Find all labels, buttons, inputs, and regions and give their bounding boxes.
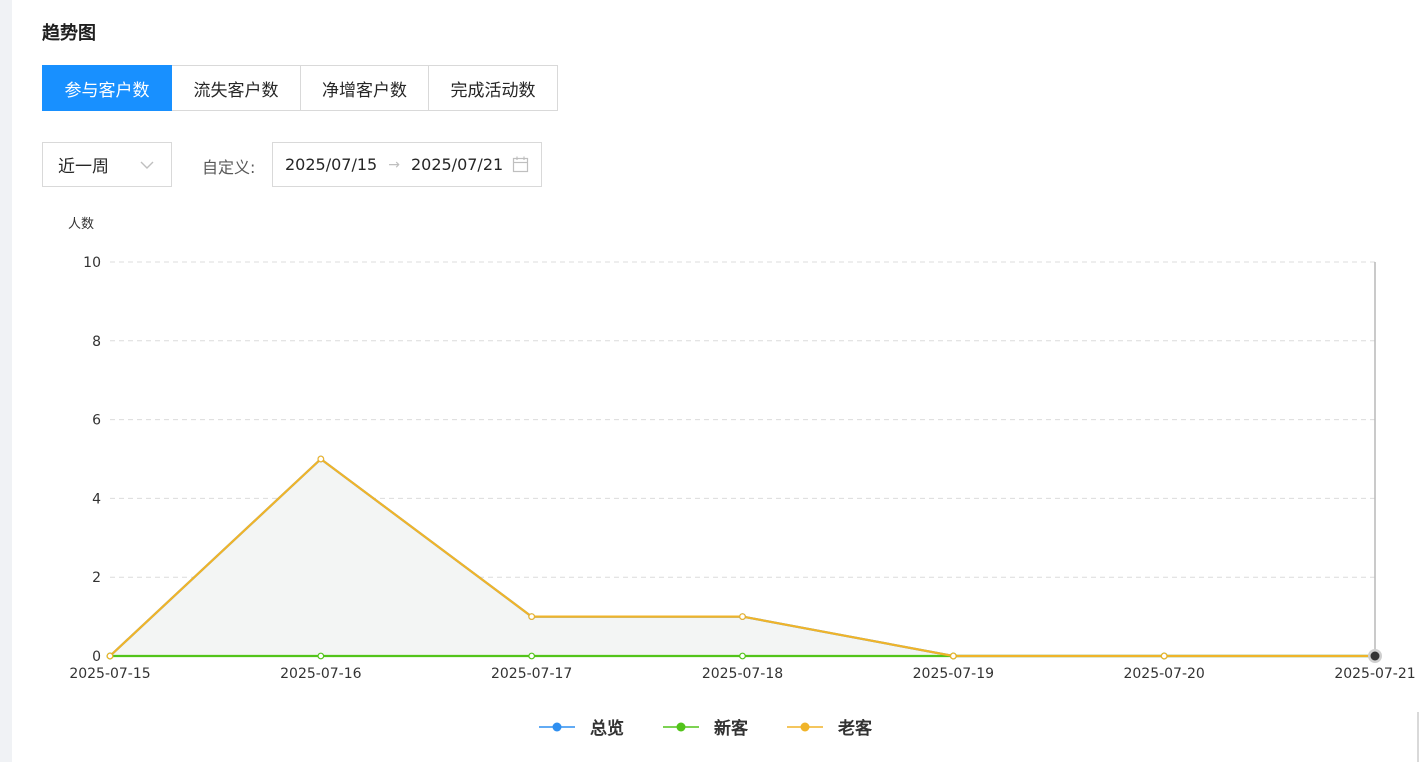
legend-label-total: 总览 xyxy=(590,719,624,739)
x-tick-label-0: 2025-07-15 xyxy=(69,666,150,682)
y-tick-label-0: 0 xyxy=(92,649,101,665)
legend-item-total[interactable]: 总览 xyxy=(538,714,624,739)
point-1-3 xyxy=(739,652,746,660)
point-1-1 xyxy=(317,652,325,660)
scrollbar-edge xyxy=(1417,712,1419,762)
area-total xyxy=(110,459,1375,656)
legend-item-new[interactable]: 新客 xyxy=(662,714,748,739)
x-tick-label-4: 2025-07-19 xyxy=(913,666,994,682)
highlight-point xyxy=(1370,651,1380,661)
legend-marker-total xyxy=(539,722,575,731)
y-tick-label-10: 10 xyxy=(83,255,101,271)
point-1-2 xyxy=(528,652,536,660)
x-tick-label-2: 2025-07-17 xyxy=(491,666,572,682)
x-tick-label-6: 2025-07-21 xyxy=(1334,666,1415,682)
chart-legend: 总览 新客 老客 xyxy=(538,714,910,739)
legend-item-old[interactable]: 老客 xyxy=(786,714,872,739)
x-tick-label-3: 2025-07-18 xyxy=(702,666,783,682)
y-tick-label-8: 8 xyxy=(92,334,101,350)
point-2-3 xyxy=(739,613,746,620)
trend-chart: 0 2 4 6 8 10 2025-07-15 2025-07-16 2025-07-17 202… xyxy=(69,255,1415,682)
point-2-4 xyxy=(949,652,957,660)
point-2-2 xyxy=(528,613,536,620)
x-tick-label-1: 2025-07-16 xyxy=(280,666,361,682)
point-2-5 xyxy=(1160,652,1168,660)
y-tick-label-6: 6 xyxy=(92,413,101,429)
legend-label-old: 老客 xyxy=(838,719,872,739)
y-tick-label-4: 4 xyxy=(92,491,101,507)
legend-marker-old xyxy=(787,722,823,731)
y-tick-label-2: 2 xyxy=(92,570,101,586)
point-2-0 xyxy=(106,652,114,660)
x-tick-label-5: 2025-07-20 xyxy=(1123,666,1204,682)
legend-marker-new xyxy=(663,722,699,731)
legend-label-new: 新客 xyxy=(714,719,748,739)
point-2-1 xyxy=(317,455,325,463)
